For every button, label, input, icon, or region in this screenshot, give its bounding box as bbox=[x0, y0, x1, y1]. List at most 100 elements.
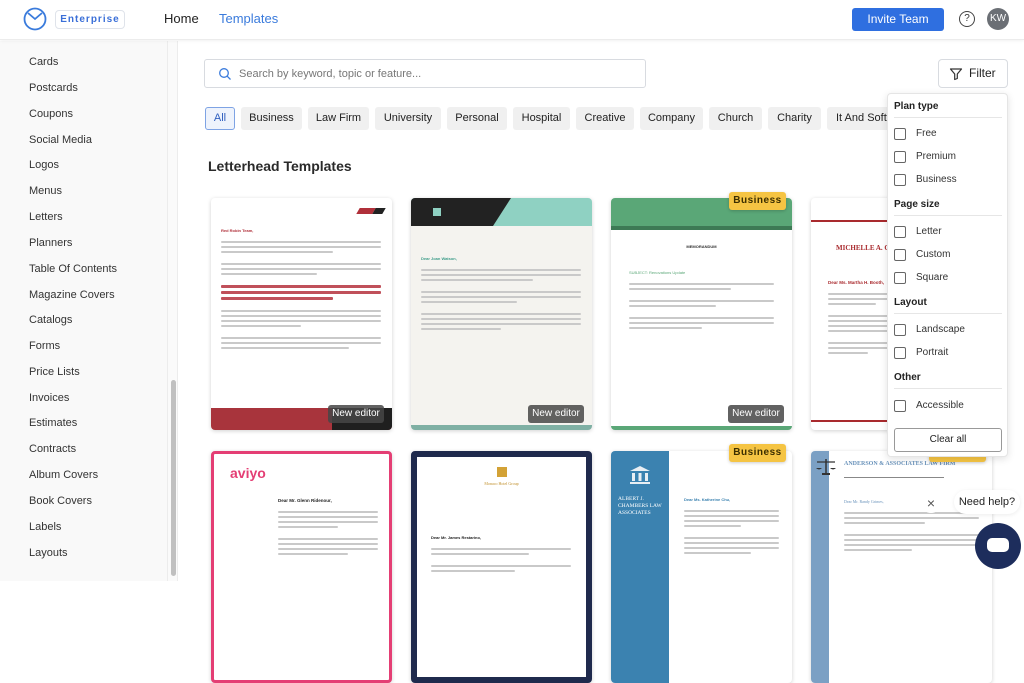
sidebar-item-price-lists[interactable]: Price Lists bbox=[29, 366, 80, 378]
need-help-label[interactable]: Need help? bbox=[954, 490, 1020, 514]
sidebar-item-social-media[interactable]: Social Media bbox=[29, 134, 92, 146]
sidebar: Cards Postcards Coupons Social Media Log… bbox=[0, 41, 168, 581]
template-body bbox=[431, 545, 571, 575]
template-greeting: Dear Ms. Martha H. Booth, bbox=[828, 280, 885, 285]
sidebar-item-album-covers[interactable]: Album Covers bbox=[29, 469, 98, 481]
template-card[interactable]: Monaco Hotel Group Dear Mr. James Restar… bbox=[411, 451, 592, 683]
filter-button-label: Filter bbox=[969, 66, 996, 80]
divider bbox=[894, 215, 1002, 216]
filter-button[interactable]: Filter bbox=[938, 59, 1008, 88]
option-label: Accessible bbox=[916, 400, 964, 411]
brand-logo-icon bbox=[372, 208, 386, 214]
template-body bbox=[629, 280, 774, 332]
template-name: Monaco Hotel Group bbox=[484, 481, 519, 486]
sidebar-item-estimates[interactable]: Estimates bbox=[29, 417, 77, 429]
template-card[interactable]: aviyo Dear Mr. Glenn Ridenour, bbox=[211, 451, 392, 683]
template-greeting: Dear Joan Watson, bbox=[421, 256, 457, 261]
option-label: Free bbox=[916, 128, 937, 139]
sidebar-item-letters[interactable]: Letters bbox=[29, 211, 63, 223]
checkbox[interactable] bbox=[894, 151, 906, 163]
section-title: Letterhead Templates bbox=[208, 158, 352, 174]
template-body bbox=[421, 266, 581, 333]
category-chip-charity[interactable]: Charity bbox=[768, 107, 821, 130]
template-greeting: Dear Mr. James Restarino, bbox=[431, 535, 482, 540]
option-label: Letter bbox=[916, 226, 942, 237]
invite-team-button[interactable]: Invite Team bbox=[852, 8, 944, 31]
checkbox[interactable] bbox=[894, 226, 906, 238]
checkbox[interactable] bbox=[894, 324, 906, 336]
sidebar-item-coupons[interactable]: Coupons bbox=[29, 108, 73, 120]
sidebar-item-planners[interactable]: Planners bbox=[29, 237, 72, 249]
category-chip-all[interactable]: All bbox=[205, 107, 235, 130]
category-chip-hospital[interactable]: Hospital bbox=[513, 107, 570, 130]
template-greeting: Dear Ms. Katherine Chu, bbox=[684, 497, 731, 502]
template-card[interactable]: ANDERSON & ASSOCIATES LAW FIRM Dear Mr. … bbox=[811, 451, 992, 683]
sidebar-item-catalogs[interactable]: Catalogs bbox=[29, 314, 72, 326]
category-chip-business[interactable]: Business bbox=[241, 107, 302, 130]
checkbox[interactable] bbox=[894, 174, 906, 186]
sidebar-item-layouts[interactable]: Layouts bbox=[29, 547, 68, 559]
template-card[interactable]: ALBERT J. CHAMBERS LAW ASSOCIATES Dear M… bbox=[611, 451, 792, 683]
category-chip-creative[interactable]: Creative bbox=[576, 107, 634, 130]
option-label: Business bbox=[916, 174, 957, 185]
courthouse-icon bbox=[630, 466, 650, 484]
template-card[interactable]: Red Robin Team, New editor bbox=[211, 198, 392, 430]
option-label: Premium bbox=[916, 151, 957, 162]
sidebar-item-book-covers[interactable]: Book Covers bbox=[29, 495, 92, 507]
template-greeting: Dear Mr. Glenn Ridenour, bbox=[278, 498, 332, 503]
sidebar-scrollbar-thumb[interactable] bbox=[171, 380, 176, 576]
sidebar-item-menus[interactable]: Menus bbox=[29, 185, 62, 197]
house-icon bbox=[433, 208, 441, 216]
filter-icon bbox=[949, 68, 963, 81]
category-chip-church[interactable]: Church bbox=[709, 107, 762, 130]
checkbox[interactable] bbox=[894, 128, 906, 140]
nav-templates[interactable]: Templates bbox=[219, 11, 278, 26]
plan-badge: Enterprise bbox=[55, 10, 125, 29]
clear-all-button[interactable]: Clear all bbox=[894, 428, 1002, 452]
template-heading: MEMORANDUM bbox=[686, 244, 717, 249]
template-card[interactable]: MEMORANDUM SUBJECT: Renovations Update N… bbox=[611, 198, 792, 430]
template-name: aviyo bbox=[230, 465, 266, 481]
sidebar-item-contracts[interactable]: Contracts bbox=[29, 443, 76, 455]
filter-group-title: Layout bbox=[894, 297, 927, 308]
close-icon[interactable]: × bbox=[921, 493, 941, 513]
sidebar-item-logos[interactable]: Logos bbox=[29, 159, 59, 171]
chat-button[interactable] bbox=[975, 523, 1021, 569]
search-input[interactable] bbox=[239, 60, 639, 87]
sidebar-item-cards[interactable]: Cards bbox=[29, 56, 58, 68]
option-label: Portrait bbox=[916, 347, 949, 358]
template-card[interactable]: Dear Joan Watson, New editor bbox=[411, 198, 592, 430]
category-chip-university[interactable]: University bbox=[375, 107, 441, 130]
filter-group-title: Page size bbox=[894, 199, 940, 210]
option-label: Landscape bbox=[916, 324, 965, 335]
divider bbox=[894, 313, 1002, 314]
category-chip-law-firm[interactable]: Law Firm bbox=[308, 107, 369, 130]
sidebar-item-table-of-contents[interactable]: Table Of Contents bbox=[29, 263, 117, 275]
category-chip-personal[interactable]: Personal bbox=[447, 107, 507, 130]
sidebar-item-labels[interactable]: Labels bbox=[29, 521, 61, 533]
option-label: Custom bbox=[916, 249, 951, 260]
sidebar-item-magazine-covers[interactable]: Magazine Covers bbox=[29, 289, 115, 301]
logo-icon[interactable] bbox=[23, 7, 47, 31]
nav-home[interactable]: Home bbox=[164, 11, 199, 26]
help-icon[interactable]: ? bbox=[959, 11, 975, 27]
sidebar-item-postcards[interactable]: Postcards bbox=[29, 82, 78, 94]
checkbox[interactable] bbox=[894, 400, 906, 412]
crown-icon bbox=[497, 467, 507, 477]
template-name: ALBERT J. CHAMBERS LAW ASSOCIATES bbox=[618, 496, 662, 516]
template-body bbox=[221, 238, 381, 352]
divider bbox=[894, 388, 1002, 389]
template-greeting: Dear Mr. Randy Grimes, bbox=[844, 499, 884, 504]
template-body bbox=[278, 508, 378, 558]
category-chip-company[interactable]: Company bbox=[640, 107, 703, 130]
template-body bbox=[684, 507, 779, 557]
sidebar-item-forms[interactable]: Forms bbox=[29, 340, 60, 352]
checkbox[interactable] bbox=[894, 249, 906, 261]
new-editor-badge: New editor bbox=[728, 405, 784, 423]
search-icon bbox=[219, 68, 231, 80]
filter-panel: Plan type Free Premium Business Page siz… bbox=[887, 93, 1008, 457]
checkbox[interactable] bbox=[894, 347, 906, 359]
sidebar-item-invoices[interactable]: Invoices bbox=[29, 392, 69, 404]
checkbox[interactable] bbox=[894, 272, 906, 284]
avatar[interactable]: KW bbox=[987, 8, 1009, 30]
